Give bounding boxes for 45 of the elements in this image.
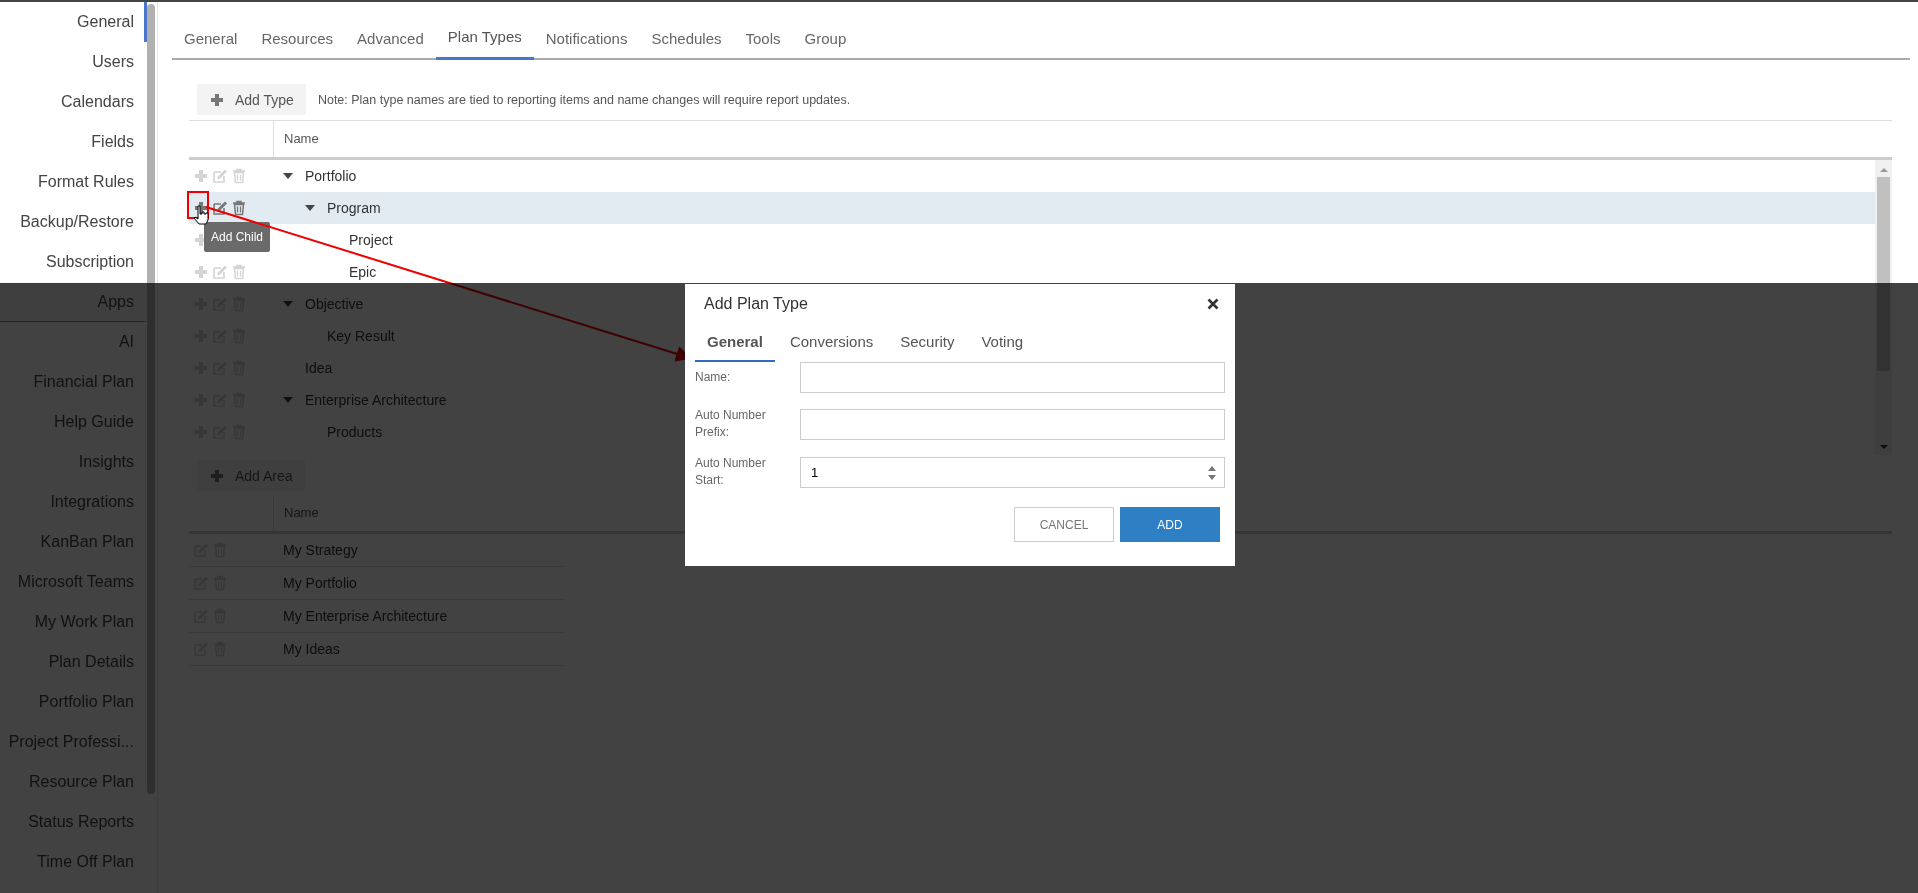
tab[interactable]: General — [695, 327, 775, 362]
tab[interactable]: Schedules — [639, 30, 734, 60]
spinner-icon[interactable] — [1207, 464, 1217, 481]
tab[interactable]: Advanced — [345, 30, 436, 60]
caret-icon[interactable] — [283, 173, 293, 179]
tab[interactable]: General — [172, 30, 250, 60]
tab[interactable]: Resources — [249, 30, 346, 60]
tree-row[interactable]: Project — [273, 224, 1875, 256]
field-label: Auto Number Prefix: — [695, 407, 767, 441]
tab[interactable]: Plan Types — [435, 28, 534, 60]
table-cell: Epic — [349, 264, 377, 280]
tab[interactable]: Voting — [969, 327, 1036, 362]
add-button[interactable]: ADD — [1120, 507, 1220, 542]
column-header: Name — [283, 130, 319, 148]
sidebar-item[interactable]: Format Rules — [0, 162, 147, 202]
dialog-title: Add Plan Type — [704, 295, 808, 313]
hand-cursor-icon — [193, 205, 209, 225]
sidebar-item[interactable]: Subscription — [0, 242, 147, 282]
plus-icon[interactable] — [209, 91, 225, 108]
tab[interactable]: Conversions — [777, 327, 886, 362]
cancel-button[interactable]: CANCEL — [1014, 507, 1114, 542]
sidebar-item[interactable]: Backup/Restore — [0, 202, 147, 242]
close-icon[interactable] — [1207, 298, 1219, 310]
sidebar-item[interactable]: Fields — [0, 122, 147, 162]
tab[interactable]: Group — [792, 30, 859, 60]
field-label: Auto Number Start: — [695, 455, 767, 489]
edit-icon[interactable] — [212, 200, 228, 216]
tab[interactable]: Security — [888, 327, 967, 362]
table-cell: Project — [349, 232, 393, 248]
table-cell: Program — [327, 200, 381, 216]
sidebar-item[interactable]: Users — [0, 42, 147, 82]
caret-icon[interactable] — [305, 205, 315, 211]
field-label: Name: — [695, 369, 732, 386]
tooltip: Add Child — [204, 222, 271, 252]
tab[interactable]: Notifications — [533, 30, 640, 60]
tab[interactable]: Tools — [733, 30, 793, 60]
delete-icon[interactable] — [231, 200, 247, 216]
input-field[interactable] — [800, 362, 1225, 393]
add-button[interactable]: Add Type — [197, 84, 306, 115]
number-field[interactable]: 1 — [800, 456, 1225, 488]
sidebar-item[interactable]: Calendars — [0, 82, 147, 122]
tree-row[interactable]: Portfolio — [273, 160, 1875, 192]
note-text: Note: Plan type names are tied to reporting items and name changes will require report updates. — [317, 92, 851, 107]
input-field[interactable] — [800, 408, 1225, 440]
table-cell: Portfolio — [305, 168, 357, 184]
